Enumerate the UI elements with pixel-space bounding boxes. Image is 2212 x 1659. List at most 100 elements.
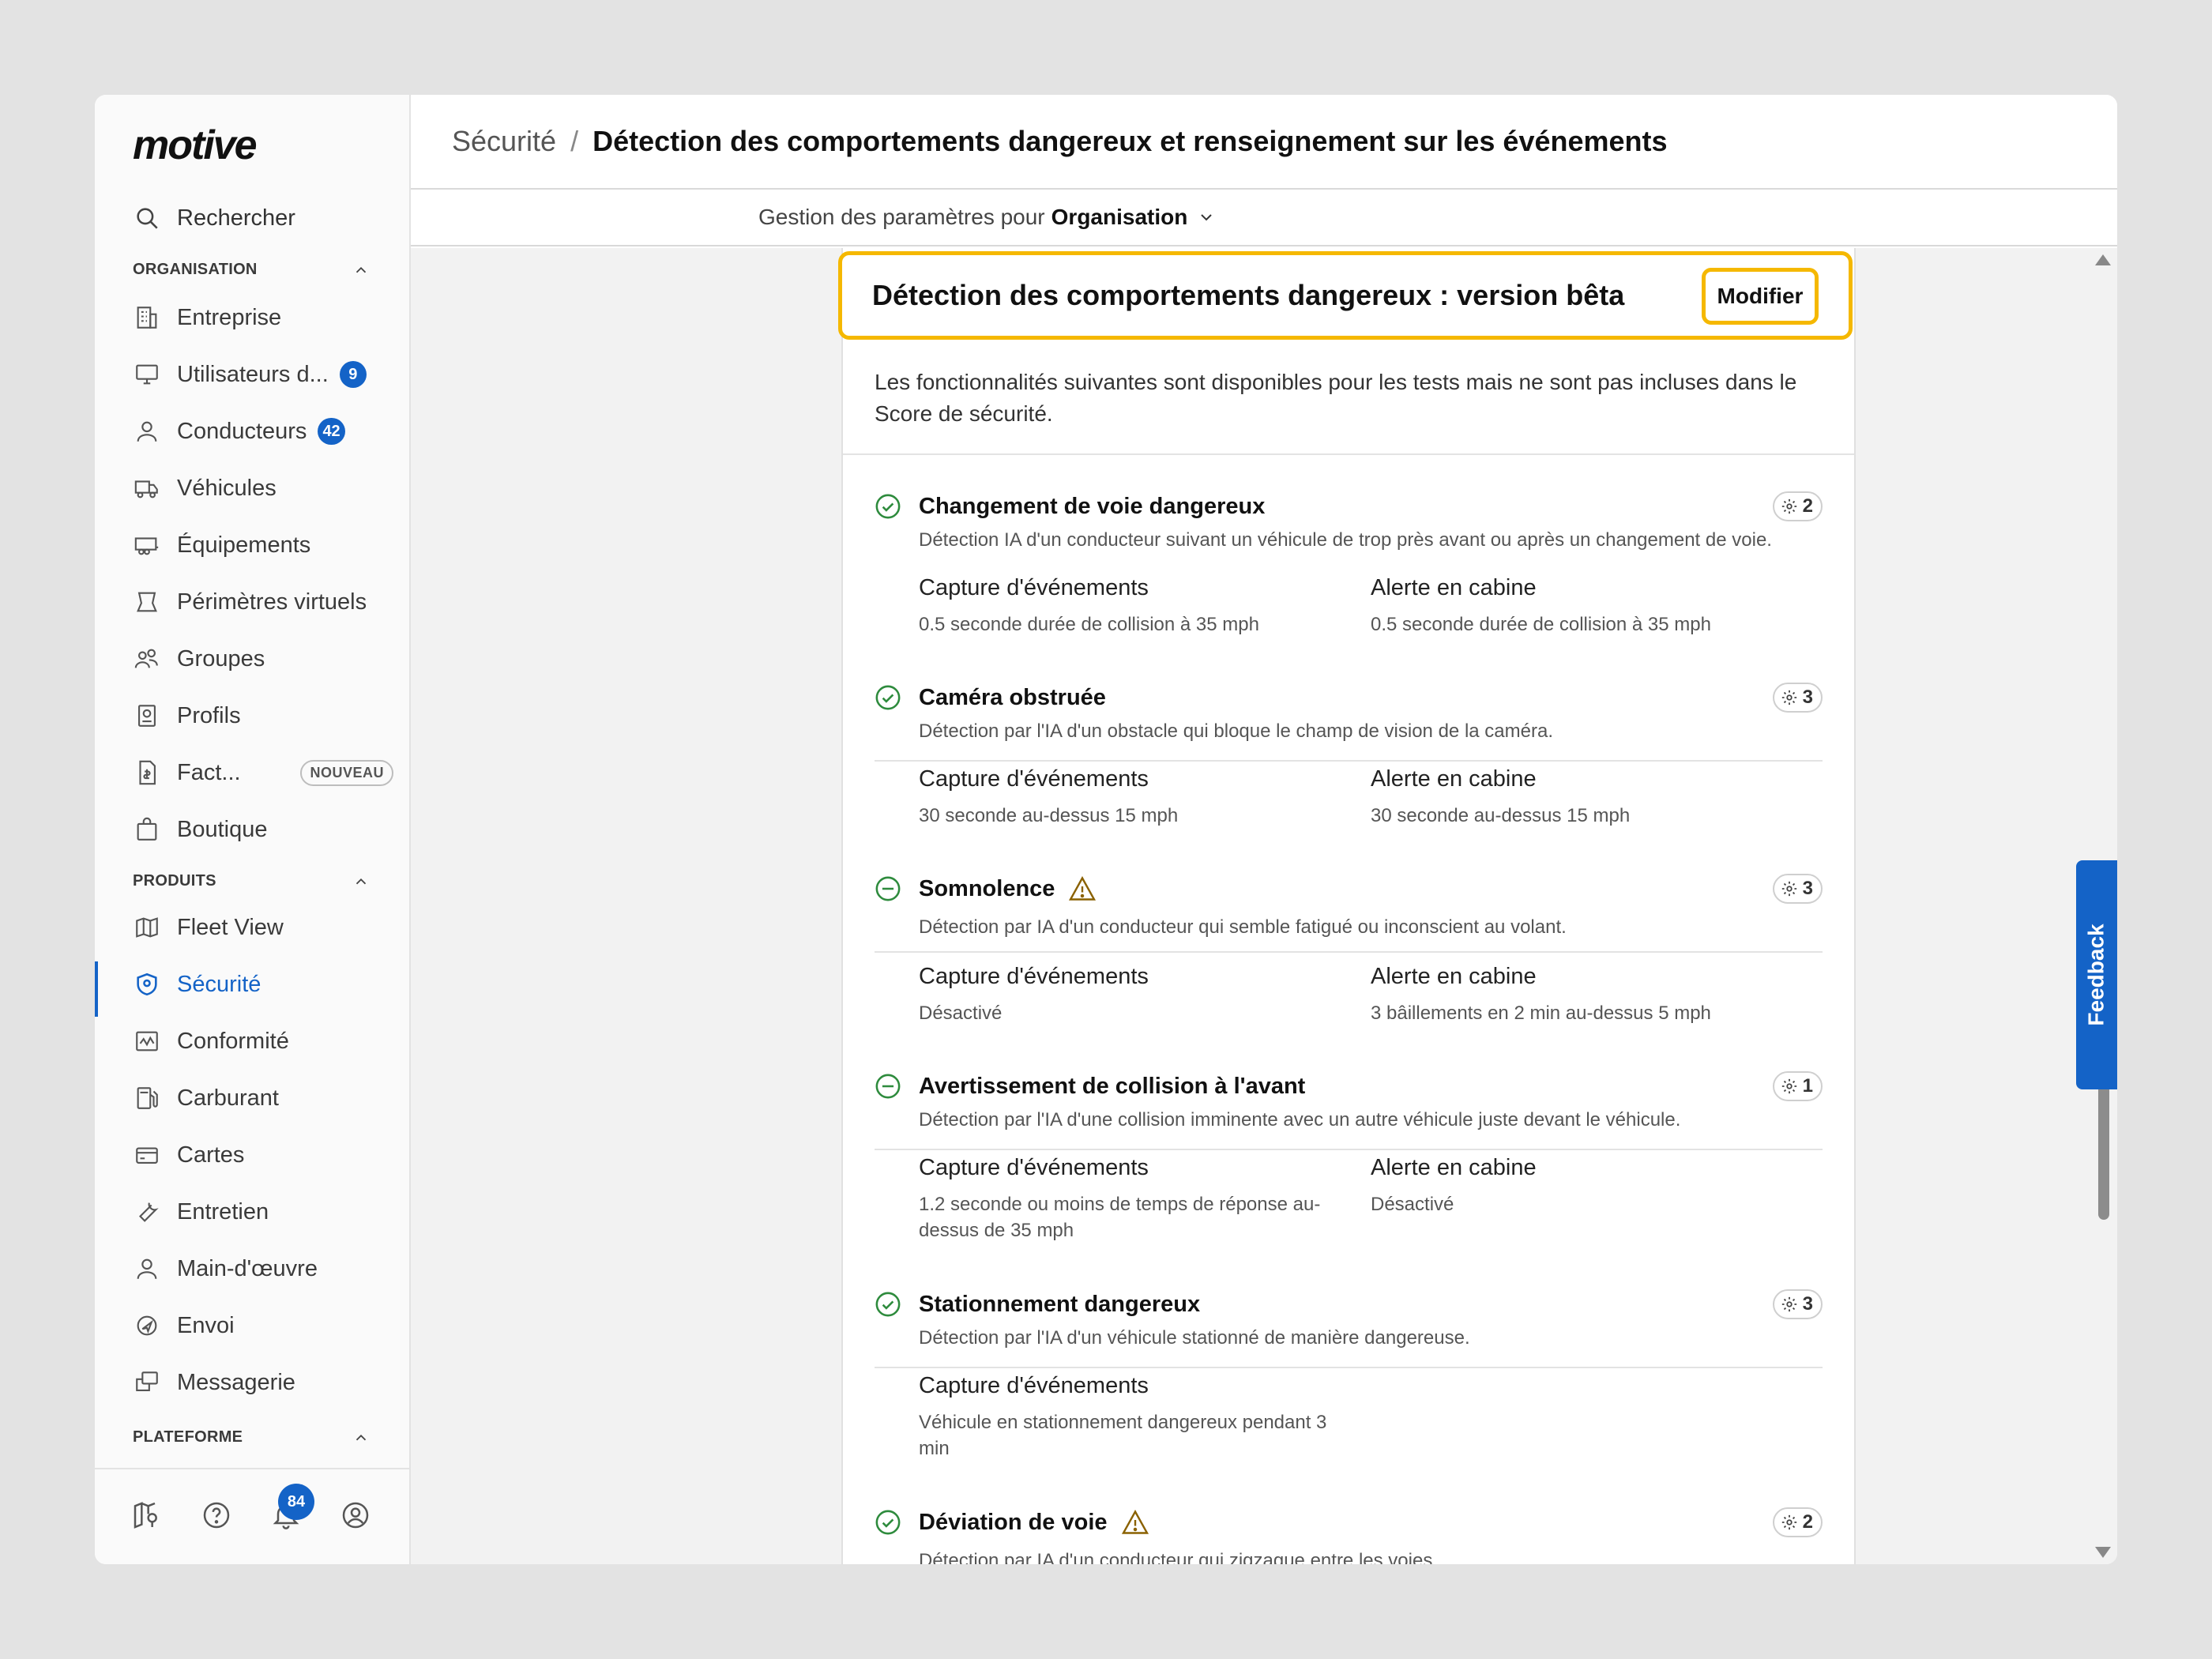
wrench-icon xyxy=(133,1198,161,1226)
feature-row: Stationnement dangereux 3 Détection par … xyxy=(875,1289,1823,1473)
sidebar-item-label: Fleet View xyxy=(177,914,284,940)
panel-intro: Les fonctionnalités suivantes sont dispo… xyxy=(875,370,1797,426)
trailer-icon xyxy=(133,531,161,559)
sidebar-item-label: Utilisateurs d... xyxy=(177,361,329,387)
sidebar-item-utilisateurs[interactable]: Utilisateurs d... 9 xyxy=(133,352,393,397)
alert-value: 3 bâillements en 2 min au-dessus 5 mph xyxy=(1371,1003,1711,1024)
chevron-down-icon xyxy=(1201,214,1213,221)
capture-value: 0.5 seconde durée de collision à 35 mph xyxy=(919,614,1259,635)
sidebar-item-perimetres[interactable]: Périmètres virtuels xyxy=(133,580,393,624)
chevron-up-icon xyxy=(356,1434,367,1440)
sidebar-item-entreprise[interactable]: Entreprise xyxy=(133,295,393,340)
sidebar-item-label: Main-d'œuvre xyxy=(177,1255,318,1281)
feature-description: Détection par l'IA d'un obstacle qui blo… xyxy=(919,720,1553,742)
feature-description: Détection par IA d'un conducteur qui zig… xyxy=(919,1550,1438,1564)
feature-title-text: Changement de voie dangereux xyxy=(919,493,1266,519)
settings-count-badge[interactable]: 2 xyxy=(1772,491,1823,521)
settings-count-badge[interactable]: 3 xyxy=(1772,683,1823,713)
motive-logo[interactable]: motive xyxy=(133,122,258,169)
scroll-down-arrow[interactable] xyxy=(2095,1547,2111,1558)
divider xyxy=(843,453,1854,455)
alert-heading: Alerte en cabine xyxy=(1371,964,1537,989)
breadcrumb-root[interactable]: Sécurité xyxy=(452,125,556,158)
settings-count-badge[interactable]: 3 xyxy=(1772,1289,1823,1319)
settings-count-badge[interactable]: 3 xyxy=(1772,874,1823,904)
capture-value: Véhicule en stationnement dangereux pend… xyxy=(919,1412,1327,1459)
sidebar-item-boutique[interactable]: Boutique xyxy=(133,807,393,852)
sidebar-footer: 84 xyxy=(95,1468,409,1564)
feature-title: Changement de voie dangereux xyxy=(919,493,1265,520)
sidebar-item-carburant[interactable]: Carburant xyxy=(133,1076,393,1120)
sidebar-item-profils[interactable]: Profils xyxy=(133,694,393,738)
check-circle-icon xyxy=(875,494,901,519)
sidebar-item-cartes[interactable]: Cartes xyxy=(133,1133,393,1177)
section-plateforme[interactable]: PLATEFORME xyxy=(133,1428,370,1446)
monitor-icon xyxy=(133,360,161,389)
badge-count: 2 xyxy=(1802,1511,1813,1533)
capture-heading: Capture d'événements xyxy=(919,1373,1149,1398)
card-icon xyxy=(133,1141,161,1169)
sidebar-item-label: Boutique xyxy=(177,816,268,842)
sidebar-item-envoi[interactable]: Envoi xyxy=(133,1304,393,1348)
alert-value: 0.5 seconde durée de collision à 35 mph xyxy=(1371,614,1711,635)
capture-heading: Capture d'événements xyxy=(919,1155,1149,1180)
invoice-icon xyxy=(133,758,161,787)
badge-count: 3 xyxy=(1802,687,1813,708)
sidebar-item-vehicules[interactable]: Véhicules xyxy=(133,466,393,510)
search-label: Rechercher xyxy=(177,205,295,231)
check-circle-icon xyxy=(875,1292,901,1317)
edit-button[interactable]: Modifier xyxy=(1702,268,1819,325)
feature-row: Caméra obstruée 3 Détection par l'IA d'u… xyxy=(875,683,1823,834)
gear-icon xyxy=(1781,690,1796,705)
sidebar-item-main-oeuvre[interactable]: Main-d'œuvre xyxy=(133,1247,393,1291)
sidebar-item-entretien[interactable]: Entretien xyxy=(133,1190,393,1234)
sidebar-item-groupes[interactable]: Groupes xyxy=(133,637,393,681)
sidebar-item-label: Véhicules xyxy=(177,475,276,501)
compliance-icon xyxy=(133,1027,161,1055)
section-organisation-label: ORGANISATION xyxy=(133,261,258,278)
active-indicator xyxy=(95,961,98,1017)
sidebar-item-conformite[interactable]: Conformité xyxy=(133,1019,393,1063)
help-icon[interactable] xyxy=(201,1499,235,1534)
feature-title-text: Somnolence xyxy=(919,875,1055,901)
sidebar-item-facturation[interactable]: Fact... NOUVEAU xyxy=(133,750,393,795)
sidebar-item-label: Profils xyxy=(177,702,241,728)
gear-icon xyxy=(1781,1514,1796,1530)
gear-icon xyxy=(1781,1078,1796,1094)
capture-value: 1.2 seconde ou moins de temps de réponse… xyxy=(919,1194,1321,1241)
feature-row: Changement de voie dangereux 2 Détection… xyxy=(875,491,1823,643)
feature-row: Avertissement de collision à l'avant 1 D… xyxy=(875,1071,1823,1255)
search-button[interactable]: Rechercher xyxy=(133,198,295,239)
scroll-up-arrow[interactable] xyxy=(2095,254,2111,265)
settings-count-badge[interactable]: 2 xyxy=(1772,1507,1823,1537)
gear-icon xyxy=(1781,498,1796,514)
check-circle-icon xyxy=(875,685,901,710)
count-badge: 42 xyxy=(318,418,345,445)
truck-icon xyxy=(133,474,161,502)
feedback-tab[interactable]: Feedback xyxy=(2076,860,2117,1089)
user-account-icon[interactable] xyxy=(340,1499,374,1534)
feedback-label: Feedback xyxy=(2084,924,2109,1026)
settings-panel: Détection des comportements dangereux : … xyxy=(838,248,1856,1564)
settings-scope-selector[interactable]: Gestion des paramètres pour Organisation xyxy=(411,190,2117,246)
map-pin-icon[interactable] xyxy=(131,1499,166,1534)
chevron-up-icon xyxy=(356,266,367,273)
section-produits[interactable]: PRODUITS xyxy=(133,872,370,890)
feature-title: Stationnement dangereux xyxy=(919,1291,1200,1318)
sidebar-item-conducteurs[interactable]: Conducteurs 42 xyxy=(133,409,393,453)
capture-heading: Capture d'événements xyxy=(919,964,1149,989)
minus-circle-icon xyxy=(875,876,901,901)
shield-icon xyxy=(133,970,161,999)
sidebar-item-messagerie[interactable]: Messagerie xyxy=(133,1360,393,1405)
sidebar-item-equipements[interactable]: Équipements xyxy=(133,523,393,567)
main-content: Détection des comportements dangereux : … xyxy=(411,248,2117,1564)
section-organisation[interactable]: ORGANISATION xyxy=(133,261,370,279)
capture-heading: Capture d'événements xyxy=(919,766,1149,792)
page-title: Détection des comportements dangereux et… xyxy=(592,125,1668,157)
sidebar-item-securite[interactable]: Sécurité xyxy=(133,962,393,1006)
settings-count-badge[interactable]: 1 xyxy=(1772,1071,1823,1101)
feature-title: Somnolence xyxy=(919,875,1097,902)
panel-header: Détection des comportements dangereux : … xyxy=(838,251,1853,340)
breadcrumb: Sécurité / Détection des comportements d… xyxy=(411,95,2117,190)
sidebar-item-fleet-view[interactable]: Fleet View xyxy=(133,905,393,950)
